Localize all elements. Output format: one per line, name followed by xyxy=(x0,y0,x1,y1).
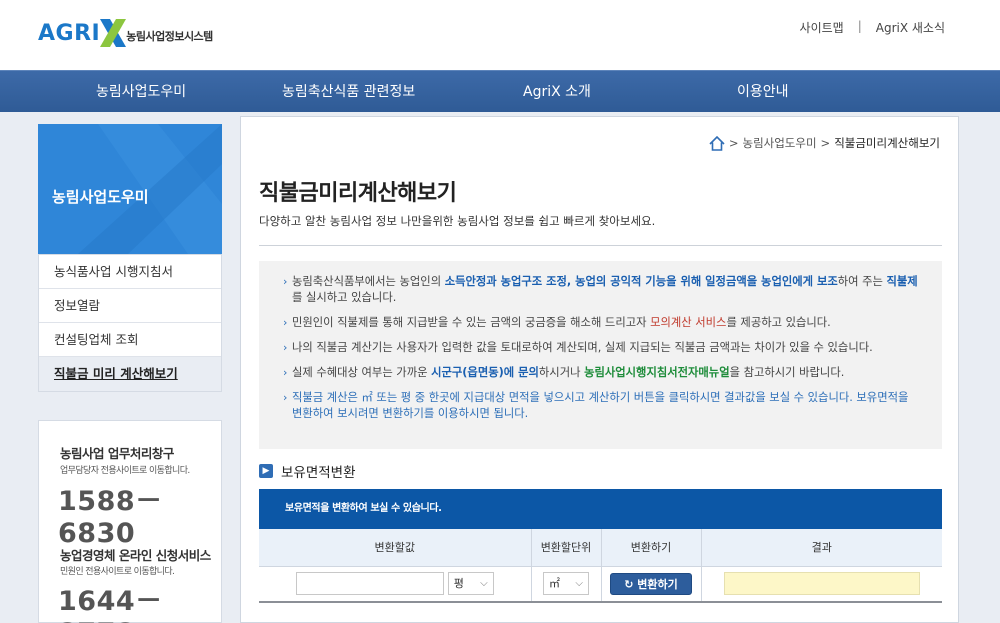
convert-button-label: 변환하기 xyxy=(637,577,678,591)
nav-item-guide[interactable]: 이용안내 xyxy=(737,71,789,113)
notice-text: 을 참고하시기 바랍니다. xyxy=(729,366,845,379)
section-title-text: 보유면적변환 xyxy=(281,465,356,481)
col-header-unit: 변환할단위 xyxy=(530,529,601,567)
unit-to-select[interactable]: ㎡ ⌵ xyxy=(543,572,589,596)
sitemap-link[interactable]: 사이트맵 xyxy=(800,19,844,36)
contact-2-sub: 민원인 전용사이트로 이동합니다. xyxy=(60,567,175,577)
breadcrumb-sep: > xyxy=(820,136,831,150)
unit-from-value: 평 xyxy=(453,577,464,591)
notice-highlight: 시군구(읍면동)에 문의 xyxy=(431,366,539,379)
agrix-logo[interactable]: AGRI 농림사업정보시스템 xyxy=(38,16,213,50)
notice-text: 민원인이 직불제를 통해 지급받을 수 있는 금액의 궁금증을 해소해 드리고자 xyxy=(292,316,651,329)
notice-item: 실제 수혜대상 여부는 가까운 시군구(읍면동)에 문의하시거나 농림사업시행지… xyxy=(283,365,918,381)
notice-box: 농림축산식품부에서는 농업인의 소득안정과 농업구조 조정, 농업의 공익적 기… xyxy=(259,261,942,449)
notice-item: 민원인이 직불제를 통해 지급받을 수 있는 금액의 궁금증을 해소해 드리고자… xyxy=(283,315,918,331)
page-description: 다양하고 알찬 농림사업 정보 나만을위한 농림사업 정보를 쉽고 빠르게 찾아… xyxy=(259,214,656,228)
title-divider xyxy=(259,245,942,246)
contact-1-number: 1588－6830 xyxy=(58,486,163,549)
logo-subtitle: 농림사업정보시스템 xyxy=(126,30,213,43)
sidebar-header: 농림사업도우미 xyxy=(38,124,222,254)
convert-button[interactable]: ↻ 변환하기 xyxy=(610,572,692,595)
refresh-icon: ↻ xyxy=(624,577,634,591)
contact-2-number: 1644－8778 xyxy=(58,586,163,623)
result-cell xyxy=(700,566,942,603)
contact-box: 농림사업 업무처리창구 업무담당자 전용사이트로 이동합니다. 1588－683… xyxy=(38,420,222,623)
breadcrumb-current: 직불금미리계산해보기 xyxy=(834,136,940,150)
unit-from-select[interactable]: 평 ⌵ xyxy=(447,572,494,596)
contact-1-sub: 업무담당자 전용사이트로 이동합니다. xyxy=(60,466,190,476)
notice-highlight: 모의계산 서비스 xyxy=(650,316,727,329)
sidebar-item-consulting[interactable]: 컨설팅업체 조회 xyxy=(39,323,221,357)
notice-highlight: 직불제 xyxy=(886,275,918,288)
arrow-right-icon: ▶ xyxy=(259,464,273,478)
sidebar-title: 농림사업도우미 xyxy=(52,188,149,206)
nav-item-about[interactable]: AgriX 소개 xyxy=(523,71,591,113)
unit-cell: ㎡ ⌵ xyxy=(530,566,601,603)
col-header-value: 변환할값 xyxy=(259,529,531,567)
notice-item: 직불금 계산은 ㎡ 또는 평 중 한곳에 지급대상 면적을 넣으시고 계산하기 … xyxy=(283,390,918,422)
notice-item: 농림축산식품부에서는 농업인의 소득안정과 농업구조 조정, 농업의 공익적 기… xyxy=(283,274,918,306)
notice-text: 를 실시하고 있습니다. xyxy=(292,291,397,304)
notice-text: 실제 수혜대상 여부는 가까운 xyxy=(292,366,432,379)
main-nav: 농림사업도우미 농림축산식품 관련정보 AgriX 소개 이용안내 xyxy=(0,70,1000,112)
col-header-convert: 변환하기 xyxy=(600,529,701,567)
result-field xyxy=(723,572,920,596)
manual-link[interactable]: 농림사업시행지침서전자매뉴얼 xyxy=(584,366,730,379)
logo-text: AGRI xyxy=(38,20,101,46)
contact-2-title[interactable]: 농업경영체 온라인 신청서비스 xyxy=(60,545,211,564)
util-separator: | xyxy=(857,19,862,33)
converter-table: 변환할값 변환할단위 변환하기 결과 평 ⌵ ㎡ ⌵ ↻ 변환하기 xyxy=(259,529,942,603)
nav-item-agri-info[interactable]: 농림축산식품 관련정보 xyxy=(282,71,415,113)
notice-item: 나의 직불금 계산기는 사용자가 입력한 값을 토대로하여 계산되며, 실제 지… xyxy=(283,340,918,356)
sidebar-item-guidelines[interactable]: 농식품사업 시행지침서 xyxy=(39,255,221,289)
breadcrumb: > 농림사업도우미 > 직불금미리계산해보기 xyxy=(709,135,940,151)
notice-text: 농림축산식품부에서는 농업인의 xyxy=(292,275,445,288)
col-header-result: 결과 xyxy=(700,529,942,567)
utility-links: 사이트맵 | AgriX 새소식 xyxy=(800,19,945,36)
contact-1-title[interactable]: 농림사업 업무처리창구 xyxy=(60,443,174,462)
main-panel: > 농림사업도우미 > 직불금미리계산해보기 직불금미리계산해보기 다양하고 알… xyxy=(240,116,959,623)
logo-x-icon xyxy=(100,19,127,47)
table-header-row: 변환할값 변환할단위 변환하기 결과 xyxy=(259,529,942,567)
news-link[interactable]: AgriX 새소식 xyxy=(876,19,945,36)
sidebar-item-calc[interactable]: 직불금 미리 계산해보기 xyxy=(39,357,221,391)
unit-to-value: ㎡ xyxy=(549,577,560,591)
breadcrumb-sep: > xyxy=(728,136,739,150)
sidebar-item-info-view[interactable]: 정보열람 xyxy=(39,289,221,323)
nav-item-helper[interactable]: 농림사업도우미 xyxy=(96,71,186,113)
page-title: 직불금미리계산해보기 xyxy=(259,181,457,206)
converter-info-bar: 보유면적을 변환하여 보실 수 있습니다. xyxy=(259,489,942,529)
breadcrumb-parent[interactable]: 농림사업도우미 xyxy=(742,135,816,151)
chevron-down-icon: ⌵ xyxy=(480,578,488,590)
site-header: AGRI 농림사업정보시스템 사이트맵 | AgriX 새소식 xyxy=(0,0,1000,70)
table-row: 평 ⌵ ㎡ ⌵ ↻ 변환하기 xyxy=(259,566,942,603)
convert-cell: ↻ 변환하기 xyxy=(600,566,701,603)
section-title: ▶ 보유면적변환 xyxy=(259,461,356,481)
value-input[interactable] xyxy=(295,572,444,596)
sidebar-menu: 농식품사업 시행지침서 정보열람 컨설팅업체 조회 직불금 미리 계산해보기 xyxy=(38,254,222,392)
value-cell: 평 ⌵ xyxy=(259,566,531,603)
notice-text: 하시거나 xyxy=(538,366,585,379)
chevron-down-icon: ⌵ xyxy=(575,578,583,590)
home-icon[interactable] xyxy=(709,135,725,151)
notice-text: 를 제공하고 있습니다. xyxy=(726,316,831,329)
notice-text: 하여 주는 xyxy=(837,275,887,288)
notice-highlight: 소득안정과 농업구조 조정, 농업의 공익적 기능을 위해 일정금액을 농업인에… xyxy=(444,275,838,288)
